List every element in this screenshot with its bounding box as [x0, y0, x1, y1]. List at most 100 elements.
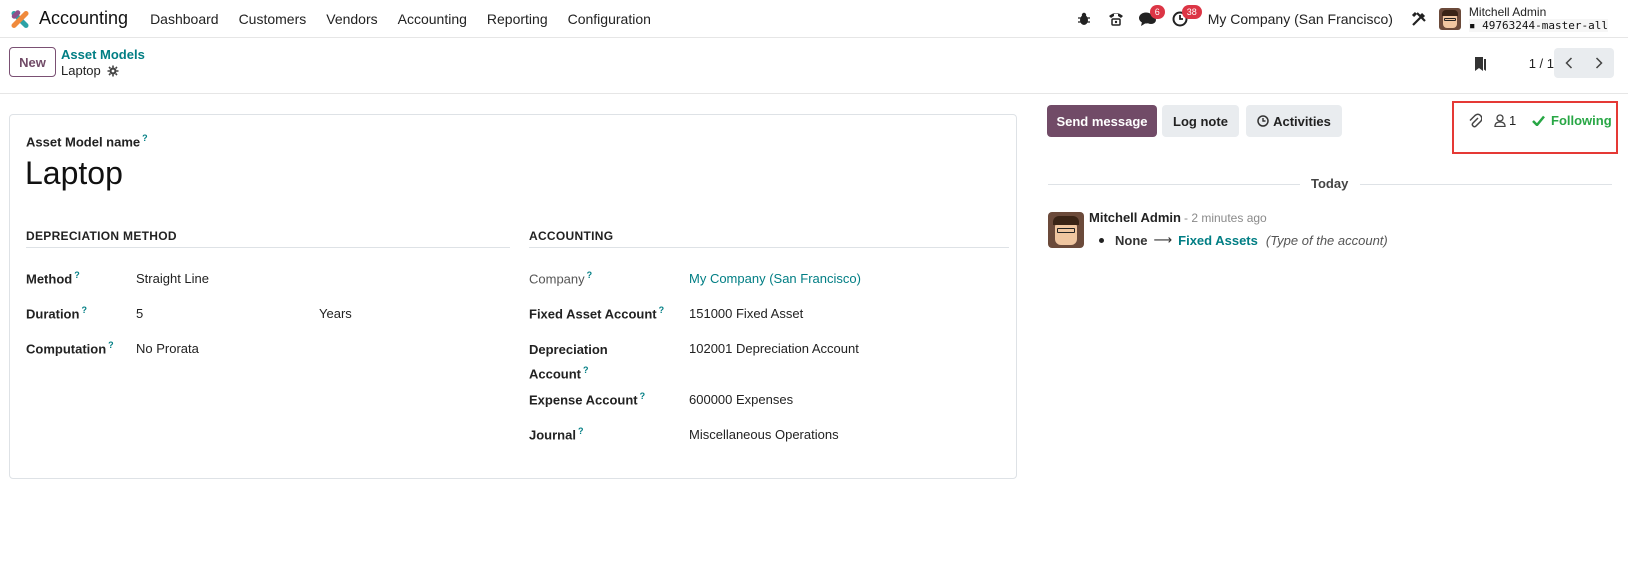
app-name[interactable]: Accounting — [39, 8, 128, 29]
app-brand[interactable]: Accounting — [9, 8, 128, 30]
help-icon[interactable]: ? — [81, 305, 87, 315]
arrow-right-icon: ⟶ — [1153, 232, 1173, 247]
computation-field[interactable]: No Prorata — [136, 341, 199, 356]
paperclip-icon[interactable] — [1468, 113, 1482, 129]
gear-icon[interactable] — [107, 65, 119, 77]
chevron-right-icon — [1595, 57, 1603, 69]
help-icon[interactable]: ? — [587, 270, 593, 280]
expense-account-label: Expense Account? — [529, 391, 645, 407]
company-label-text: Company — [529, 271, 585, 287]
depreciation-account-label-line1: Depreciation — [529, 342, 608, 357]
help-icon[interactable]: ? — [142, 133, 148, 143]
followers-button[interactable]: 1 — [1494, 113, 1516, 128]
breadcrumb-current: Laptop — [61, 63, 145, 79]
new-button[interactable]: New — [9, 47, 56, 77]
following-label: Following — [1551, 113, 1612, 128]
tracking-new-value: Fixed Assets — [1178, 232, 1258, 248]
message-author[interactable]: Mitchell Admin — [1089, 210, 1181, 225]
activities-clock-icon[interactable]: 38 — [1164, 0, 1202, 38]
send-message-button[interactable]: Send message — [1047, 105, 1157, 137]
date-separator-line — [1048, 184, 1300, 185]
chevron-left-icon — [1565, 57, 1573, 69]
computation-label: Computation? — [26, 340, 114, 356]
help-icon[interactable]: ? — [640, 391, 646, 401]
activities-button[interactable]: Activities — [1246, 105, 1342, 137]
duration-field[interactable]: 5 — [136, 306, 143, 321]
tools-icon[interactable] — [1403, 0, 1435, 38]
breadcrumb: Asset Models Laptop — [61, 47, 145, 79]
clock-icon — [1257, 115, 1269, 127]
duration-label-text: Duration — [26, 306, 80, 322]
tracking-field-name: (Type of the account) — [1265, 232, 1388, 248]
method-field[interactable]: Straight Line — [136, 271, 209, 286]
fixed-asset-account-field[interactable]: 151000 Fixed Asset — [689, 306, 803, 321]
main-menu: Dashboard Customers Vendors Accounting R… — [140, 11, 661, 27]
accounting-heading: ACCOUNTING — [529, 229, 1009, 248]
expense-account-label-text: Expense Account — [529, 392, 638, 408]
journal-label: Journal? — [529, 426, 583, 442]
depreciation-account-label-line2: Account — [529, 366, 581, 382]
company-switcher[interactable]: My Company (San Francisco) — [1208, 11, 1393, 27]
help-icon[interactable]: ? — [74, 270, 80, 280]
activities-badge: 38 — [1181, 5, 1202, 19]
duration-label: Duration? — [26, 305, 87, 321]
company-label: Company? — [529, 270, 592, 286]
duration-unit-field[interactable]: Years — [319, 306, 352, 321]
asset-model-name-label-text: Asset Model name — [26, 134, 141, 150]
control-panel: New Asset Models Laptop 1 / 1 — [0, 38, 1628, 94]
help-icon[interactable]: ? — [578, 426, 584, 436]
bookmark-icon[interactable] — [1474, 56, 1488, 72]
date-separator-line — [1360, 184, 1612, 185]
help-icon[interactable]: ? — [583, 365, 589, 375]
depreciation-method-heading: DEPRECIATION METHOD — [26, 229, 510, 248]
debug-bug-icon[interactable] — [1068, 0, 1100, 38]
form-sheet: Asset Model name? Laptop DEPRECIATION ME… — [9, 114, 1017, 479]
following-button[interactable]: Following — [1532, 113, 1612, 128]
asset-model-name-field[interactable]: Laptop — [25, 155, 123, 192]
voip-phone-icon[interactable] — [1100, 0, 1132, 38]
depreciation-account-field[interactable]: 102001 Depreciation Account — [689, 341, 859, 356]
journal-label-text: Journal — [529, 427, 576, 443]
breadcrumb-current-label: Laptop — [61, 63, 101, 78]
menu-accounting[interactable]: Accounting — [388, 11, 477, 27]
date-separator: Today — [1311, 176, 1349, 191]
user-icon — [1494, 114, 1506, 127]
pager-value[interactable]: 1 / 1 — [1529, 56, 1554, 71]
journal-field[interactable]: Miscellaneous Operations — [689, 427, 839, 442]
tracking-old-value: None — [1115, 232, 1148, 248]
fixed-asset-account-label: Fixed Asset Account? — [529, 305, 664, 321]
help-icon[interactable]: ? — [659, 305, 665, 315]
expense-account-field[interactable]: 600000 Expenses — [689, 392, 793, 407]
log-note-button[interactable]: Log note — [1162, 105, 1239, 137]
database-label: 49763244-master-all — [1482, 19, 1608, 32]
menu-configuration[interactable]: Configuration — [558, 11, 661, 27]
message-time: - 2 minutes ago — [1184, 211, 1267, 225]
activities-button-label: Activities — [1273, 113, 1331, 129]
method-label: Method? — [26, 270, 80, 286]
user-menu[interactable]: Mitchell Admin ▪ 49763244-master-all — [1438, 5, 1608, 32]
method-label-text: Method — [26, 271, 73, 287]
messages-chat-icon[interactable]: 6 — [1132, 0, 1165, 38]
user-name: Mitchell Admin — [1468, 5, 1547, 19]
fixed-asset-account-label-text: Fixed Asset Account — [529, 306, 657, 322]
breadcrumb-asset-models[interactable]: Asset Models — [61, 47, 145, 63]
check-icon — [1532, 115, 1545, 126]
company-field[interactable]: My Company (San Francisco) — [689, 271, 861, 286]
help-icon[interactable]: ? — [108, 340, 114, 350]
depreciation-account-label: Depreciation Account? — [529, 340, 608, 384]
main-navbar: Accounting Dashboard Customers Vendors A… — [0, 0, 1628, 38]
computation-label-text: Computation — [26, 341, 107, 357]
pager-next-button[interactable] — [1584, 48, 1614, 78]
pager-previous-button[interactable] — [1554, 48, 1584, 78]
bullet — [1099, 237, 1104, 243]
menu-reporting[interactable]: Reporting — [477, 11, 558, 27]
accounting-app-icon — [9, 8, 31, 30]
systray: 6 38 My Company (San Francisco) Mitchell… — [1068, 0, 1628, 38]
message-author-avatar[interactable] — [1048, 212, 1084, 248]
menu-customers[interactable]: Customers — [229, 11, 317, 27]
database-name: ▪ 49763244-master-all — [1468, 19, 1608, 32]
menu-dashboard[interactable]: Dashboard — [140, 11, 229, 27]
asset-model-name-label: Asset Model name? — [26, 133, 148, 149]
user-avatar — [1438, 8, 1461, 30]
menu-vendors[interactable]: Vendors — [316, 11, 387, 27]
